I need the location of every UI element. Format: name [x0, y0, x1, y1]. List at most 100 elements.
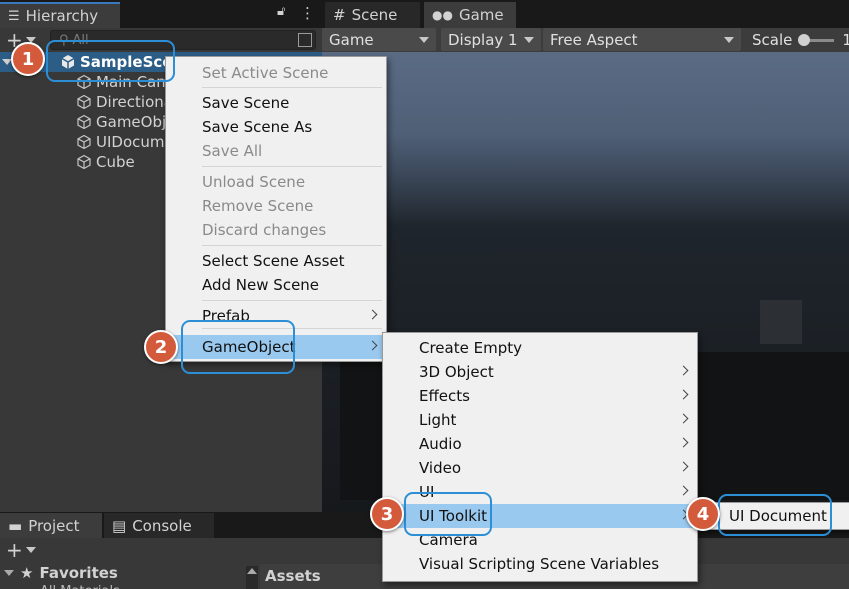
- tab-console[interactable]: ▤ Console: [104, 513, 214, 539]
- folder-icon: ▬: [8, 517, 23, 535]
- step-badge-1: 1: [11, 42, 45, 76]
- scale-slider[interactable]: [798, 33, 835, 46]
- expand-arrow-icon[interactable]: [4, 570, 14, 576]
- console-icon: ▤: [112, 517, 127, 535]
- menu-item-save-scene[interactable]: Save Scene: [166, 91, 386, 115]
- hierarchy-item[interactable]: UIDocum: [76, 132, 165, 152]
- menu-item-save-scene-as[interactable]: Save Scene As: [166, 115, 386, 139]
- menu-item-remove-scene: Remove Scene: [166, 194, 386, 218]
- search-options-icon[interactable]: [298, 33, 312, 47]
- tab-scene[interactable]: # Scene: [325, 2, 420, 28]
- menu-item-label: Add New Scene: [202, 276, 320, 294]
- menu-item-effects[interactable]: Effects: [383, 384, 697, 408]
- gameobject-icon: [77, 94, 91, 110]
- chevron-right-icon: [678, 437, 689, 448]
- display-mode-value: Game: [329, 30, 374, 49]
- tab-hierarchy[interactable]: ☰ Hierarchy: [0, 2, 120, 28]
- display-mode-dropdown[interactable]: Game: [322, 28, 436, 51]
- scale-value: 1: [842, 31, 849, 49]
- menu-separator: [202, 87, 382, 88]
- chevron-down-icon: [524, 36, 534, 43]
- more-options-icon[interactable]: ⋮: [300, 4, 315, 22]
- menu-separator: [202, 166, 382, 167]
- menu-item-label: Audio: [419, 435, 462, 453]
- callout-ui-toolkit: [404, 492, 492, 536]
- chevron-right-icon: [678, 389, 689, 400]
- gameobject-icon: [77, 154, 91, 170]
- step-badge-2: 2: [144, 330, 178, 364]
- menu-item-select-scene-asset[interactable]: Select Scene Asset: [166, 249, 386, 273]
- menu-item-visual-scripting-scene-variables[interactable]: Visual Scripting Scene Variables: [383, 552, 697, 576]
- scroll-up-icon[interactable]: [247, 568, 257, 574]
- scale-label: Scale: [752, 31, 793, 49]
- plus-icon: +: [6, 538, 23, 562]
- menu-separator: [202, 300, 382, 301]
- menu-item-video[interactable]: Video: [383, 456, 697, 480]
- grid-icon: #: [333, 6, 346, 24]
- menu-item-audio[interactable]: Audio: [383, 432, 697, 456]
- menu-item-label: Save Scene: [202, 94, 290, 112]
- tab-game-label: Game: [458, 6, 504, 24]
- callout-ui-document: [718, 494, 832, 536]
- hierarchy-item-label: Cube: [96, 153, 135, 171]
- tab-game[interactable]: ●● Game: [424, 2, 516, 28]
- menu-item-save-all: Save All: [166, 139, 386, 163]
- lock-icon[interactable]: 🔓︎: [277, 4, 285, 19]
- menu-item-3d-object[interactable]: 3D Object: [383, 360, 697, 384]
- tab-project-label: Project: [28, 517, 80, 535]
- tab-console-label: Console: [132, 517, 192, 535]
- scene-context-menu: Set Active Scene Save Scene Save Scene As S…: [165, 56, 387, 362]
- hierarchy-item-label: GameObje: [96, 113, 176, 131]
- menu-item-label: Light: [419, 411, 457, 429]
- chevron-right-icon: [678, 413, 689, 424]
- chevron-right-icon: [678, 461, 689, 472]
- project-create-button[interactable]: +: [6, 540, 36, 560]
- chevron-right-icon: [678, 365, 689, 376]
- menu-item-create-empty[interactable]: Create Empty: [383, 336, 697, 360]
- menu-item-label: Effects: [419, 387, 470, 405]
- favorites-child[interactable]: All Materials: [40, 584, 120, 589]
- step-badge-3: 3: [370, 497, 404, 531]
- chevron-right-icon: [367, 309, 378, 320]
- favorites-row[interactable]: ★ Favorites: [4, 564, 118, 582]
- menu-item-label: Discard changes: [202, 221, 327, 239]
- display-dropdown[interactable]: Display 1: [441, 28, 541, 51]
- menu-item-add-new-scene[interactable]: Add New Scene: [166, 273, 386, 297]
- aspect-dropdown[interactable]: Free Aspect: [543, 28, 741, 51]
- scale-control: Scale 1: [752, 30, 849, 50]
- tab-scene-label: Scene: [351, 6, 398, 24]
- menu-item-discard-changes: Discard changes: [166, 218, 386, 242]
- hierarchy-item-label: UIDocum: [96, 133, 165, 151]
- hierarchy-item[interactable]: Cube: [76, 152, 135, 172]
- menu-item-label: Remove Scene: [202, 197, 314, 215]
- menu-separator: [202, 245, 382, 246]
- menu-item-label: Select Scene Asset: [202, 252, 345, 270]
- chevron-right-icon: [678, 485, 689, 496]
- callout-gameobject: [181, 320, 295, 374]
- menu-item-label: Set Active Scene: [202, 64, 329, 82]
- display-value: Display 1: [448, 30, 518, 49]
- scale-slider-thumb[interactable]: [798, 33, 811, 46]
- chevron-down-icon: [419, 36, 429, 43]
- gameobject-icon: [77, 114, 91, 130]
- gameobject-icon: [77, 134, 91, 150]
- hierarchy-item[interactable]: Directional: [76, 92, 177, 112]
- hierarchy-item[interactable]: GameObje: [76, 112, 175, 132]
- star-icon: ★: [20, 564, 34, 582]
- project-scrollbar[interactable]: [246, 566, 258, 589]
- menu-item-label: 3D Object: [419, 363, 494, 381]
- chevron-down-icon: [724, 36, 734, 43]
- favorites-label: Favorites: [39, 564, 118, 582]
- list-icon: ☰: [8, 8, 20, 24]
- step-badge-4: 4: [686, 497, 720, 531]
- menu-item-light[interactable]: Light: [383, 408, 697, 432]
- aspect-value: Free Aspect: [550, 30, 638, 49]
- chevron-right-icon: [367, 340, 378, 351]
- tab-hierarchy-label: Hierarchy: [25, 7, 99, 25]
- gameobject-submenu: Create Empty 3D Object Effects Light Audio Vi…: [382, 332, 698, 582]
- chevron-down-icon: [25, 547, 36, 553]
- menu-item-label: Create Empty: [419, 339, 522, 357]
- menu-item-unload-scene: Unload Scene: [166, 170, 386, 194]
- menu-item-label: Video: [419, 459, 462, 477]
- tab-project[interactable]: ▬ Project: [0, 513, 102, 539]
